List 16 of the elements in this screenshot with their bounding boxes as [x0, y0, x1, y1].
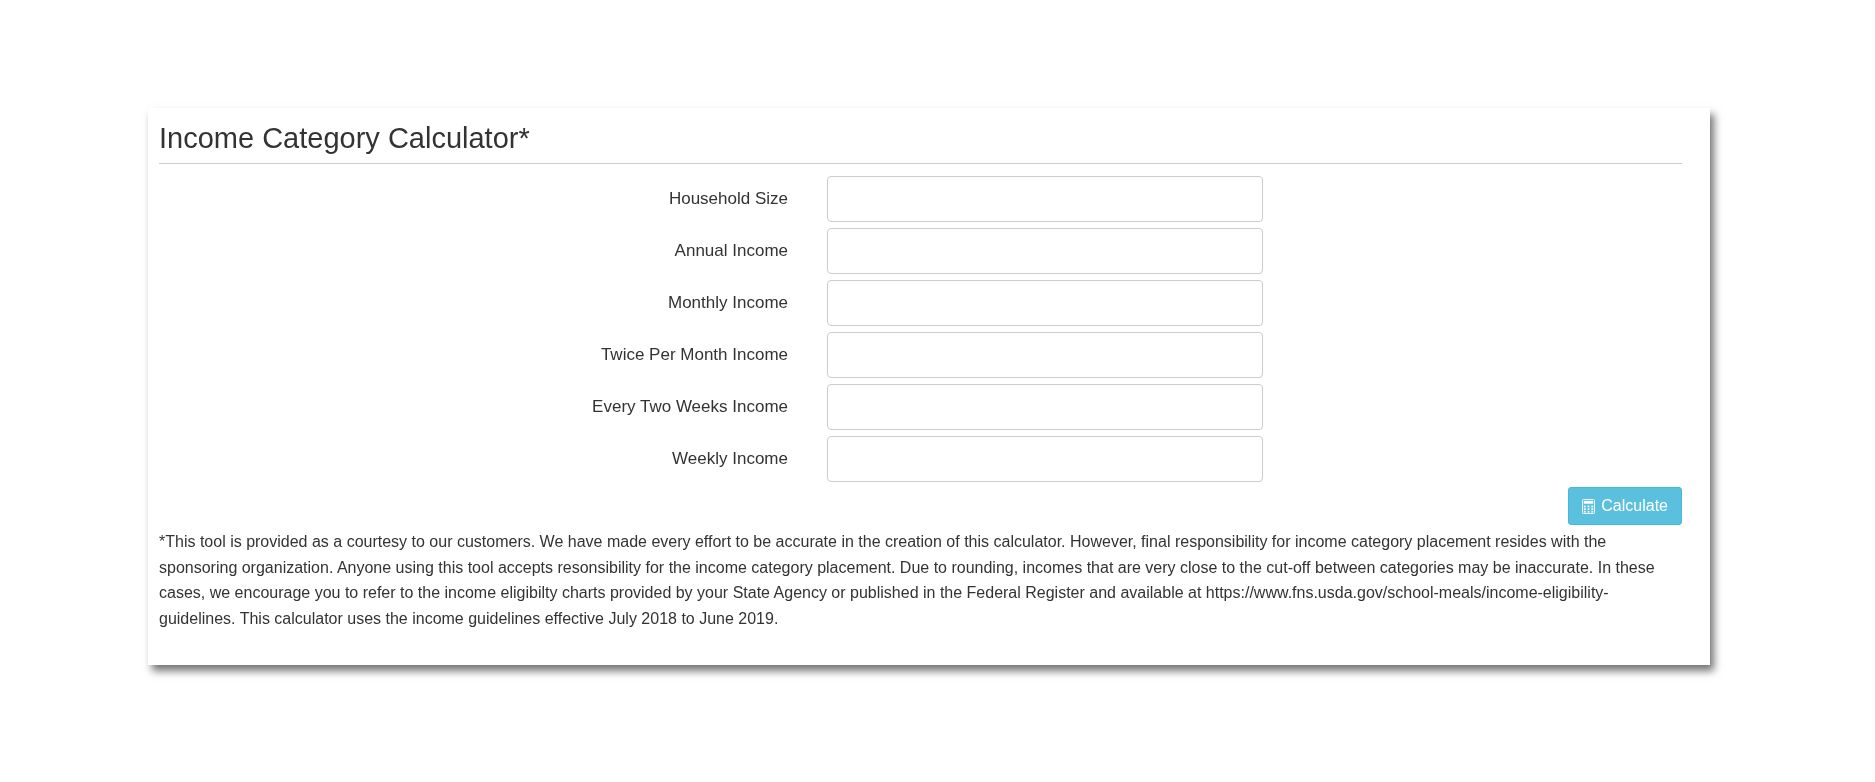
calculate-button[interactable]: Calculate	[1568, 487, 1682, 525]
input-field[interactable]	[827, 176, 1263, 222]
field-label: Annual Income	[673, 241, 788, 261]
field-label: Every Two Weeks Income	[591, 397, 788, 417]
calculator-title: Income Category Calculator*	[159, 122, 1682, 164]
input-field[interactable]	[827, 228, 1263, 274]
input-field[interactable]	[827, 436, 1263, 482]
field-label: Twice Per Month Income	[599, 345, 788, 365]
field-label: Weekly Income	[671, 449, 788, 469]
calculator-icon	[1582, 498, 1596, 514]
field-label: Household Size	[667, 189, 788, 209]
disclaimer-text: *This tool is provided as a courtesy to our customers. We have made every effort to be accurate in the creation of this calculator. However, final responsibility for income category placement resides with the sponsoring organization. Anyone using this tool accepts resonsibility for the income category placement. Due to rounding, incomes that are very close to the cut-off between categories may be inaccurate. In these cases, we encourage you to refer to the income eligibilty charts provided by your State Agency or published in the Federal Register and available at https://www.fns.usda.gov/school-meals/income-eligibility-guidelines. This calculator uses the income guidelines effective July 2018 to June 2019.	[159, 532, 1656, 629]
field-label: Monthly Income	[667, 293, 788, 313]
input-field[interactable]	[827, 384, 1263, 430]
input-field[interactable]	[827, 332, 1263, 378]
input-field[interactable]	[827, 280, 1263, 326]
